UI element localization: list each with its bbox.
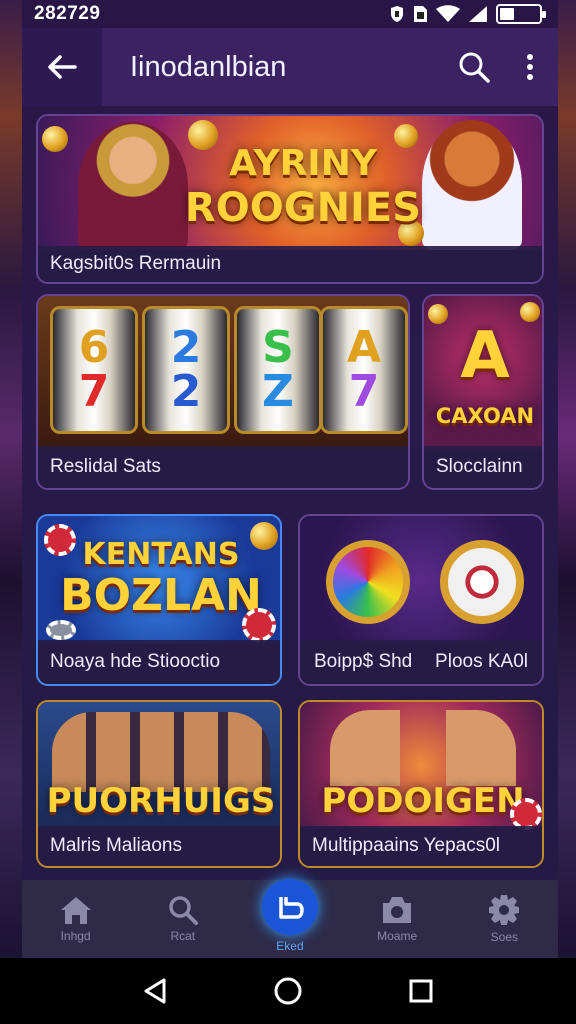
nav-item-settings[interactable]: Soes (459, 894, 549, 944)
puorhuigs-label: Malris Maliaons (38, 826, 280, 866)
slot-reel: 2 2 (142, 306, 230, 434)
wheels-labels: Boipp$ Shd Ploos KA0l (300, 640, 542, 684)
poker-chip (46, 620, 76, 640)
game-card-featured[interactable]: AYRINY ROOGNIES Kagsbit0s Rermauin (36, 114, 544, 284)
coin (250, 522, 278, 550)
back-triangle-icon[interactable] (142, 977, 168, 1005)
characters-group (52, 712, 270, 792)
game-card-wheels[interactable]: Boipp$ Shd Ploos KA0l (298, 514, 544, 686)
background-left-edge (0, 0, 24, 968)
search-icon (459, 52, 490, 83)
featured-label: Kagsbit0s Rermauin (38, 246, 542, 282)
reel-symbol: 2 (170, 366, 202, 417)
podoigen-title: PODOIGEN (321, 781, 525, 821)
cayan-artwork: A CAXOAN (424, 296, 542, 450)
puorhuigs-artwork: PUORHUIGS (38, 702, 280, 828)
puorhuigs-title: PUORHUIGS (46, 781, 276, 821)
slot-reel: 6 7 (50, 306, 138, 434)
reel-symbol: 7 (78, 366, 110, 417)
recents-square-icon[interactable] (408, 978, 434, 1004)
shield-icon (391, 6, 403, 22)
featured-title-line-1: AYRINY (229, 143, 377, 184)
home-circle-icon[interactable] (273, 976, 303, 1006)
ship-wheel (440, 540, 524, 624)
cayan-letter: A (460, 319, 510, 393)
shop-icon (383, 897, 412, 923)
nav-item-search[interactable]: Rcat (138, 895, 228, 943)
cayan-title: CAXOAN (435, 404, 535, 428)
arrow-left-icon (48, 55, 77, 79)
kentans-title-line-2: BOZLAN (60, 570, 262, 621)
back-button[interactable] (22, 28, 102, 106)
characters-group (330, 710, 516, 786)
coin (428, 304, 448, 324)
queen-character (78, 122, 188, 250)
slot-reel: A 7 (320, 306, 408, 434)
more-options-button[interactable] (502, 39, 558, 95)
app-bar: Iinodanlbian (22, 28, 558, 106)
reel-symbol: 7 (348, 366, 380, 417)
wheels-artwork (300, 516, 542, 644)
nav-label: Moame (377, 929, 418, 943)
system-navigation-bar (0, 958, 576, 1024)
podoigen-artwork: PODOIGEN (300, 702, 542, 830)
kentans-artwork: KENTANS BOZLAN (38, 516, 280, 644)
nav-label: Inhgd (60, 929, 91, 943)
status-icons (390, 4, 546, 24)
search-button[interactable] (446, 39, 502, 95)
nav-item-home[interactable]: Inhgd (31, 895, 121, 943)
coin (520, 302, 540, 322)
reel-symbol: S (262, 322, 294, 373)
game-card-puorhuigs[interactable]: PUORHUIGS Malris Maliaons (36, 700, 282, 868)
podoigen-label: Multippaains Yepacs0l (300, 826, 542, 866)
status-time: 282729 (34, 3, 101, 24)
poker-chip (242, 608, 276, 642)
game-card-podoigen[interactable]: PODOIGEN Multippaains Yepacs0l (298, 700, 544, 868)
search-icon (169, 896, 198, 925)
nav-label: Soes (490, 930, 519, 944)
bottom-navigation: Inhgd Rcat Eked Moame Soes (22, 879, 558, 958)
nav-item-shop[interactable]: Moame (352, 895, 442, 943)
reel-symbol: 6 (78, 322, 110, 373)
kentans-label: Noaya hde Stiooctio (38, 640, 280, 684)
reel-symbol: Z (262, 366, 294, 417)
featured-artwork: AYRINY ROOGNIES (38, 116, 542, 250)
cayan-label: Slocclainn (424, 446, 542, 488)
coin (42, 126, 68, 152)
coin (394, 124, 418, 148)
reel-symbol: A (346, 322, 382, 373)
featured-title-line-2: ROOGNIES (184, 185, 422, 231)
poker-chip (44, 524, 76, 556)
nav-label: Eked (276, 939, 304, 953)
active-nav-button[interactable] (261, 879, 318, 935)
slot-reel: S Z (234, 306, 322, 434)
reel-symbol: 2 (170, 322, 202, 373)
signal-icon (469, 6, 487, 22)
wifi-icon (436, 5, 460, 22)
lion-character (422, 120, 522, 250)
slots-artwork: 6 7 2 2 S Z A 7 (38, 296, 408, 450)
page-title: Iinodanlbian (130, 50, 287, 83)
nav-label: Rcat (170, 929, 196, 943)
battery-icon (496, 4, 546, 24)
gear-icon (489, 895, 520, 925)
coin (188, 120, 218, 150)
game-card-kentans[interactable]: KENTANS BOZLAN Noaya hde Stiooctio (36, 514, 282, 686)
wheels-label-left: Boipp$ Shd (314, 651, 413, 672)
b-icon (279, 897, 304, 919)
status-bar: 282729 (0, 0, 576, 28)
slots-label: Reslidal Sats (38, 446, 408, 488)
wheels-label-right: Ploos KA0l (435, 651, 528, 672)
game-card-cayan[interactable]: A CAXOAN Slocclainn (422, 294, 544, 490)
game-card-slots[interactable]: 6 7 2 2 S Z A 7 Reslidal Sats (36, 294, 410, 490)
more-vertical-icon (527, 54, 533, 80)
sim-icon (414, 6, 427, 22)
prize-wheel (326, 540, 410, 624)
home-icon (60, 897, 91, 924)
nav-item-active[interactable]: Eked (245, 879, 335, 953)
